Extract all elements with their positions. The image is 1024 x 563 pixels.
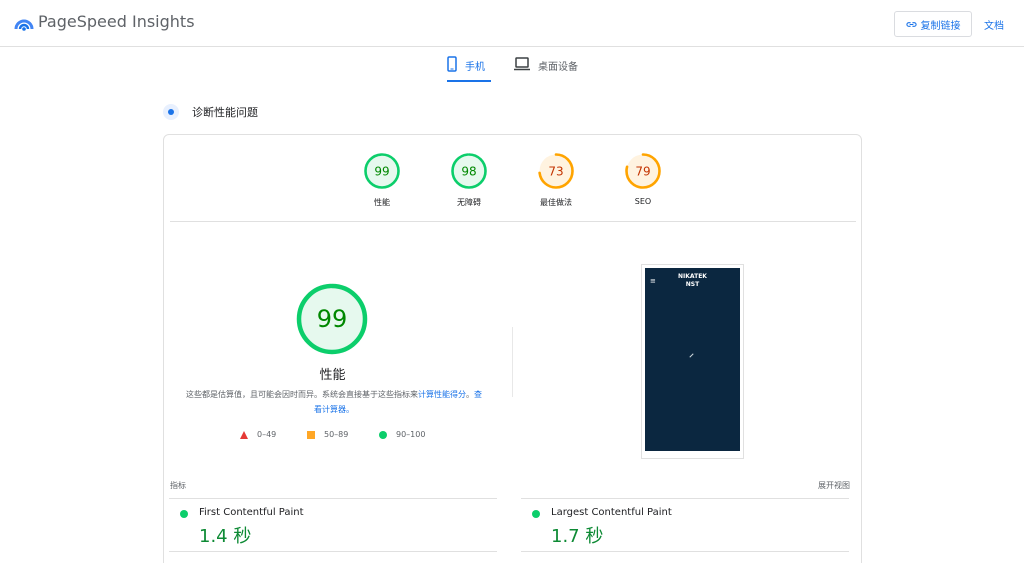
tab-mobile[interactable]: 手机 bbox=[447, 53, 491, 82]
metric-row-partial bbox=[169, 551, 497, 563]
gauge-score-text: 99 bbox=[374, 165, 389, 179]
smartphone-icon bbox=[447, 56, 457, 72]
performance-title: 性能 bbox=[319, 368, 346, 383]
triangle-icon bbox=[240, 430, 248, 439]
gauge-ring: 99 bbox=[364, 153, 400, 189]
gauge-accessibility[interactable]: 98 无障碍 bbox=[429, 152, 509, 208]
metric-name: First Contentful Paint bbox=[199, 507, 304, 518]
gauge-label: SEO bbox=[634, 197, 652, 206]
page-screenshot[interactable]: ≡ NIKATEK NST bbox=[641, 264, 744, 459]
tab-desktop-label: 桌面设备 bbox=[538, 62, 578, 73]
gauge-ring: 98 bbox=[451, 153, 487, 189]
metric-value: 1.7 秒 bbox=[551, 526, 604, 547]
gauge-label: 无障碍 bbox=[457, 198, 481, 207]
gauge-performance[interactable]: 99 性能 bbox=[342, 152, 422, 208]
pass-circle-icon bbox=[180, 510, 188, 518]
square-icon bbox=[307, 430, 315, 439]
metric-fcp: First Contentful Paint 1.4 秒 bbox=[169, 498, 497, 551]
loading-icon bbox=[689, 353, 694, 358]
calc-score-link[interactable]: 计算性能得分 bbox=[418, 390, 466, 399]
gauge-label: 最佳做法 bbox=[540, 198, 572, 207]
copy-link-button[interactable]: 复制链接 bbox=[894, 11, 972, 37]
link-icon bbox=[905, 21, 917, 27]
diagnose-icon bbox=[163, 104, 179, 120]
pass-circle-icon bbox=[532, 510, 540, 518]
diagnose-title: 诊断性能问题 bbox=[192, 106, 258, 119]
description-text: 这些都是估算值，且可能会因时而异。系统会直接基于这些指标来 bbox=[186, 390, 418, 399]
screenshot-content: ≡ NIKATEK NST bbox=[645, 268, 740, 451]
metric-value: 1.4 秒 bbox=[199, 526, 252, 547]
expand-view-link[interactable]: 展开视图 bbox=[818, 480, 850, 491]
gauge-best-practices[interactable]: 73 最佳做法 bbox=[516, 152, 596, 208]
gauge-score-text: 73 bbox=[548, 165, 563, 179]
performance-description: 这些都是估算值，且可能会因时而异。系统会直接基于这些指标来计算性能得分。查看计算… bbox=[184, 387, 484, 417]
copy-link-label: 复制链接 bbox=[920, 20, 961, 32]
score-gauges: 99 性能 98 无障碍 73 最佳做法 79 SEO bbox=[164, 135, 863, 221]
site-brand: NIKATEK NST bbox=[645, 273, 740, 289]
top-header: PageSpeed Insights 复制链接 文档 bbox=[0, 0, 1024, 47]
divider bbox=[170, 221, 856, 222]
metric-lcp: Largest Contentful Paint 1.7 秒 bbox=[521, 498, 849, 551]
pagespeed-logo-icon bbox=[14, 19, 34, 31]
metric-name: Largest Contentful Paint bbox=[551, 507, 672, 518]
circle-icon bbox=[379, 430, 387, 439]
tab-mobile-label: 手机 bbox=[465, 62, 485, 73]
legend-range: 0–49 bbox=[257, 430, 277, 439]
legend-range: 90–100 bbox=[396, 430, 426, 439]
vertical-divider bbox=[512, 327, 513, 397]
legend-fail: 0–49 bbox=[240, 430, 276, 439]
gauge-ring: 73 bbox=[538, 153, 574, 189]
gauge-score-text: 98 bbox=[461, 165, 476, 179]
site-brand-line1: NIKATEK bbox=[678, 273, 707, 280]
tab-desktop[interactable]: 桌面设备 bbox=[514, 53, 584, 82]
legend-range: 50–89 bbox=[324, 430, 349, 439]
metric-row-partial bbox=[521, 551, 849, 563]
site-brand-line2: NST bbox=[685, 281, 700, 288]
brand-name[interactable]: PageSpeed Insights bbox=[38, 12, 195, 31]
gauge-label: 性能 bbox=[374, 198, 390, 207]
legend-pass: 90–100 bbox=[379, 430, 425, 439]
gauge-ring: 79 bbox=[625, 153, 661, 189]
diagnose-heading: 诊断性能问题 bbox=[163, 104, 258, 120]
performance-score-text: 99 bbox=[317, 305, 348, 333]
description-sep: 。 bbox=[466, 390, 474, 399]
gauge-seo[interactable]: 79 SEO bbox=[603, 152, 683, 206]
legend-average: 50–89 bbox=[307, 430, 348, 439]
gauge-score-text: 79 bbox=[635, 165, 650, 179]
docs-link[interactable]: 文档 bbox=[984, 17, 1004, 32]
report-card: 99 性能 98 无障碍 73 最佳做法 79 SEO 99 性能 这些都是估算… bbox=[163, 134, 862, 563]
laptop-icon bbox=[514, 57, 530, 71]
metrics-label: 指标 bbox=[170, 481, 186, 490]
performance-gauge: 99 bbox=[296, 283, 368, 355]
